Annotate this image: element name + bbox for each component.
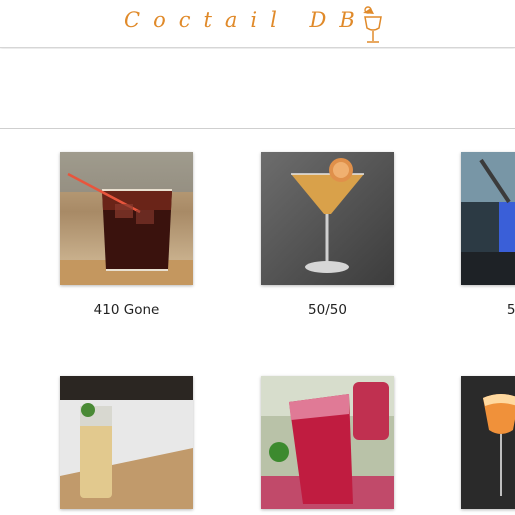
cocktail-thumbnail[interactable] [461, 152, 515, 285]
cocktail-name[interactable]: 410 Gone [60, 302, 193, 318]
cocktail-name[interactable]: 50/50 [261, 302, 394, 318]
cocktail-thumbnail[interactable] [261, 376, 394, 509]
cocktail-thumbnail[interactable] [60, 376, 193, 509]
app-title: Coctail DB [124, 8, 368, 32]
cocktail-thumbnail[interactable] [461, 376, 515, 509]
cocktail-thumbnail[interactable] [60, 152, 193, 285]
app-header: Coctail DB [0, 0, 515, 48]
cocktail-glass-icon [363, 6, 382, 43]
cocktail-thumbnail[interactable] [261, 152, 394, 285]
cocktail-name[interactable]: 50 [449, 302, 515, 318]
cocktail-grid: 410 Gone 50/50 5 [0, 129, 515, 515]
toolbar-area [0, 49, 515, 129]
